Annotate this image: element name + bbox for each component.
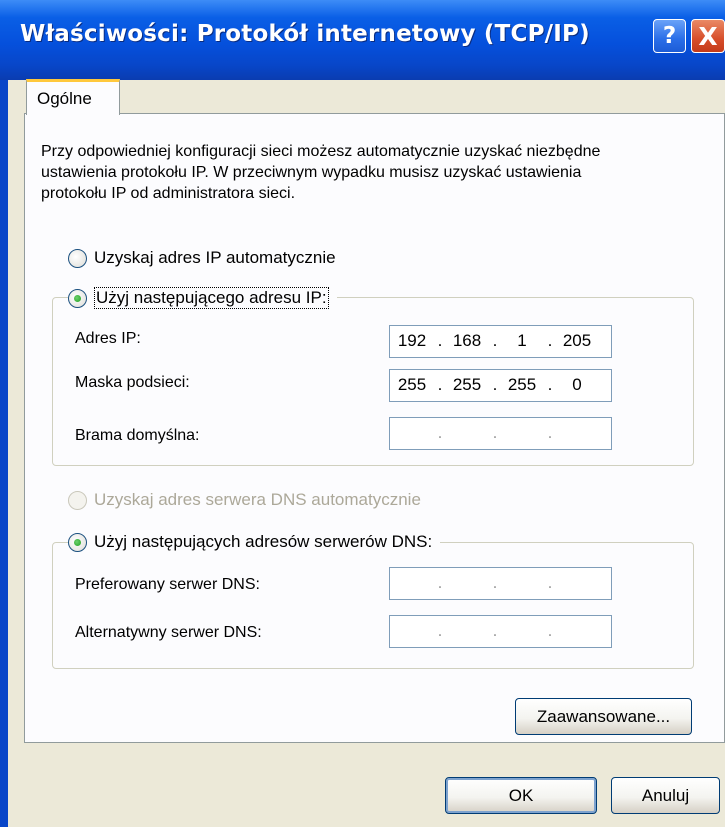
radio-dns-manual-label: Użyj następujących adresów serwerów DNS: — [94, 532, 433, 551]
radio-dns-auto: Uzyskaj adres serwera DNS automatycznie — [68, 488, 421, 512]
radio-ip-auto[interactable]: Uzyskaj adres IP automatycznie — [68, 246, 336, 270]
default-gateway-input[interactable]: . . . — [389, 417, 612, 450]
radio-dns-manual-circle[interactable] — [68, 532, 87, 552]
radio-dns-auto-label: Uzyskaj adres serwera DNS automatycznie — [94, 490, 421, 509]
ip-octet: 1 — [517, 331, 527, 350]
alternate-dns-label: Alternatywny serwer DNS: — [75, 624, 262, 641]
dialog-window: Właściwości: Protokół internetowy (TCP/I… — [0, 0, 725, 827]
ip-dot: . — [437, 573, 443, 592]
close-icon[interactable]: X — [691, 19, 725, 53]
window-border — [0, 80, 8, 827]
subnet-mask-input[interactable]: 255 . 255 . 255 . 0 — [389, 369, 612, 402]
ip-dot: . — [492, 573, 498, 592]
ip-dot: . — [437, 621, 443, 640]
dns-settings-group — [52, 542, 694, 669]
ip-address-input[interactable]: 192 . 168 . 1 . 205 — [389, 325, 612, 358]
tab-general-label: Ogólne — [37, 89, 92, 108]
ip-dot: . — [492, 423, 498, 442]
advanced-button[interactable]: Zaawansowane... — [515, 698, 692, 735]
ip-dot: . — [437, 375, 443, 394]
help-icon[interactable]: ? — [653, 19, 686, 53]
radio-ip-manual[interactable]: Użyj następującego adresu IP: — [68, 286, 337, 310]
radio-dns-auto-circle — [68, 490, 87, 510]
ip-dot: . — [492, 621, 498, 640]
ip-dot: . — [547, 621, 553, 640]
window-title: Właściwości: Protokół internetowy (TCP/I… — [20, 21, 590, 47]
ip-dot: . — [437, 423, 443, 442]
title-bar[interactable]: Właściwości: Protokół internetowy (TCP/I… — [0, 0, 725, 80]
ip-dot: . — [547, 331, 553, 350]
ip-dot: . — [547, 573, 553, 592]
ip-octet: 168 — [452, 331, 482, 350]
tab-general[interactable]: Ogólne — [26, 79, 120, 115]
preferred-dns-label: Preferowany serwer DNS: — [75, 576, 260, 593]
ip-dot: . — [547, 375, 553, 394]
ip-dot: . — [547, 423, 553, 442]
preferred-dns-input[interactable]: . . . — [389, 567, 612, 600]
ip-octet: 205 — [562, 331, 592, 350]
default-gateway-label: Brama domyślna: — [75, 427, 200, 444]
radio-dns-manual[interactable]: Użyj następujących adresów serwerów DNS: — [68, 530, 441, 554]
cancel-button[interactable]: Anuluj — [611, 777, 720, 814]
ip-dot: . — [437, 331, 443, 350]
ip-octet: 255 — [397, 375, 427, 394]
ip-octet: 255 — [452, 375, 482, 394]
ip-address-label: Adres IP: — [75, 330, 141, 347]
radio-ip-manual-circle[interactable] — [68, 288, 87, 308]
radio-ip-auto-label: Uzyskaj adres IP automatycznie — [94, 248, 336, 267]
ip-octet: 192 — [397, 331, 427, 350]
ip-octet: 0 — [572, 375, 582, 394]
description-text: Przy odpowiedniej konfiguracji sieci moż… — [41, 143, 601, 202]
ip-dot: . — [492, 375, 498, 394]
alternate-dns-input[interactable]: . . . — [389, 615, 612, 648]
ip-dot: . — [492, 331, 498, 350]
ip-octet: 255 — [507, 375, 537, 394]
subnet-mask-label: Maska podsieci: — [75, 374, 190, 391]
radio-ip-auto-circle[interactable] — [68, 248, 87, 268]
radio-ip-manual-label: Użyj następującego adresu IP: — [94, 287, 329, 309]
ok-button[interactable]: OK — [445, 777, 597, 814]
